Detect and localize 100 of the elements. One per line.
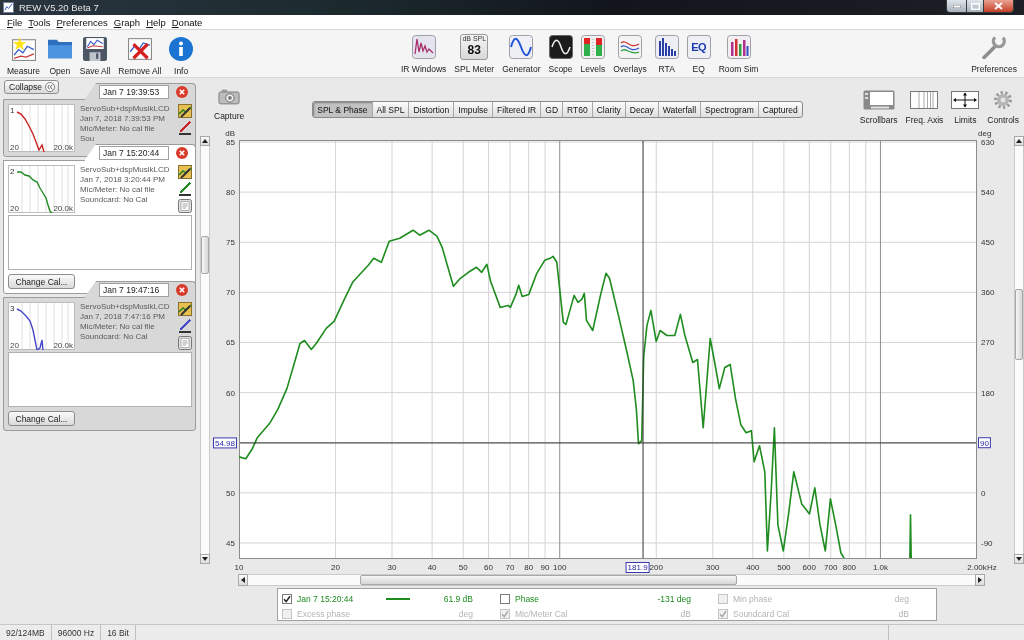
axis-tick-label: 45 [226, 538, 235, 548]
toolbar-button[interactable]: Open [44, 35, 75, 76]
graph-tab[interactable]: All SPL [372, 102, 410, 117]
legend-label: Mic/Meter Cal [515, 608, 568, 619]
app-icon [3, 2, 14, 13]
chart-pencil-icon[interactable] [178, 302, 192, 316]
graph-control-button[interactable]: Limits [948, 90, 983, 125]
toolbar-button[interactable]: Levels [577, 33, 609, 74]
toolbar-button[interactable]: Measure [4, 35, 43, 76]
scroll-left-button[interactable] [238, 574, 248, 586]
toolbar-button[interactable]: Overlays [610, 33, 650, 74]
menu-item[interactable]: Help [143, 16, 169, 28]
graph-tab[interactable]: RT60 [563, 102, 593, 117]
line-swatch-icon [386, 597, 411, 600]
maximize-button[interactable] [967, 0, 984, 13]
scroll-thumb[interactable] [1015, 289, 1023, 360]
graph-control-button[interactable]: Scrollbars [856, 90, 901, 125]
minimize-button[interactable] [946, 0, 967, 13]
caret-right-icon [978, 577, 982, 583]
bar-chart-icon [726, 35, 751, 59]
name-field[interactable]: Jan 7 19:39:53 [99, 85, 169, 99]
capture-button[interactable]: Capture [214, 89, 245, 121]
notes-field[interactable] [8, 352, 192, 407]
measurement-tab[interactable]: Jan 7 19:39:53 [84, 83, 196, 100]
trace-line-icon[interactable] [178, 319, 192, 333]
graph-tab[interactable]: Waterfall [658, 102, 702, 117]
window-title: REW V5.20 Beta 7 [19, 2, 99, 13]
status-text: 92/124MB [0, 625, 52, 640]
change-cal-button[interactable]: Change Cal... [8, 274, 75, 289]
menu-item[interactable]: Tools [25, 16, 54, 28]
info-icon [169, 37, 194, 61]
caret-down-icon [1016, 557, 1022, 561]
graph-tab[interactable]: Spectrogram [701, 102, 759, 117]
graph-tab[interactable]: Clarity [592, 102, 626, 117]
axis-tick-label: 400 [746, 563, 760, 572]
measurement-tab[interactable]: Jan 7 15:20:44 [84, 144, 196, 161]
scroll-right-button[interactable] [975, 574, 985, 586]
scroll-up-button[interactable] [200, 136, 210, 146]
menu-item[interactable]: Preferences [53, 16, 111, 28]
axis-tick-label: 50 [226, 488, 235, 498]
toolbar-button[interactable]: Room Sim [715, 33, 762, 74]
close-icon[interactable] [176, 86, 188, 98]
chart-pencil-icon[interactable] [178, 104, 192, 118]
collapse-button[interactable]: Collapse [4, 80, 60, 94]
scroll-up-button[interactable] [1014, 136, 1024, 146]
trace-line-icon[interactable] [178, 121, 192, 135]
graph-control-button[interactable]: Freq. Axis [902, 90, 947, 125]
name-field[interactable]: Jan 7 19:47:16 [99, 283, 169, 297]
minimize-icon [952, 4, 961, 8]
trace-number: 2 [10, 167, 15, 176]
close-icon[interactable] [176, 284, 188, 296]
cursor-line[interactable] [642, 140, 644, 559]
scroll-down-button[interactable] [200, 554, 210, 564]
notes-field[interactable] [8, 215, 192, 270]
toolbar-button[interactable]: IR Windows [398, 33, 450, 74]
legend-label: Excess phase [297, 608, 350, 619]
toolbar-button[interactable]: Scope [545, 33, 576, 74]
toolbar-button[interactable]: RTA [651, 33, 682, 74]
legend-reading: dB [680, 608, 691, 619]
menu-item[interactable]: Donate [168, 16, 206, 28]
graph-tab[interactable]: GD [541, 102, 563, 117]
name-field[interactable]: Jan 7 15:20:44 [99, 146, 169, 160]
scroll-down-button[interactable] [1014, 554, 1024, 564]
graph-tab[interactable]: Distortion [409, 102, 455, 117]
axis-unit-label: Hz [986, 563, 997, 572]
scroll-thumb[interactable] [360, 575, 737, 585]
save-icon [83, 37, 108, 61]
scroll-thumb[interactable] [201, 236, 209, 274]
document-icon[interactable] [178, 336, 192, 350]
document-icon[interactable] [178, 199, 192, 213]
toolbar-button[interactable]: EQ EQ [683, 33, 714, 74]
trace-line-icon[interactable] [178, 182, 192, 196]
toolbar-button[interactable]: Save All [76, 35, 114, 76]
menu-item[interactable]: Graph [110, 16, 144, 28]
graph-tab[interactable]: Impulse [454, 102, 494, 117]
axis-tick-label: 200 [649, 563, 663, 572]
grid-lines-icon [910, 91, 939, 109]
change-cal-button[interactable]: Change Cal... [8, 411, 75, 426]
menu-item[interactable]: File [4, 16, 26, 28]
graph-tab[interactable]: Decay [625, 102, 659, 117]
chart-pencil-icon[interactable] [178, 165, 192, 179]
close-icon[interactable] [176, 147, 188, 159]
close-button[interactable] [984, 0, 1014, 13]
measurement-tab[interactable]: Jan 7 19:47:16 [84, 281, 196, 298]
axis-tick-label: 600 [802, 563, 816, 572]
caret-up-icon [202, 139, 208, 143]
toolbar-button[interactable]: Remove All [115, 35, 165, 76]
toolbar-button[interactable]: Preferences [968, 33, 1020, 74]
graph-tab[interactable]: Filtered IR [493, 102, 542, 117]
graph-control-button[interactable]: Controls [984, 90, 1022, 125]
graph-tab[interactable]: SPL & Phase [313, 102, 373, 117]
checkbox[interactable] [282, 593, 292, 604]
checkbox[interactable] [500, 593, 510, 604]
measurement-info-text: Soundcard: No Cal [80, 195, 148, 205]
oscilloscope-icon [548, 35, 573, 59]
graph-tab[interactable]: Captured [758, 102, 802, 117]
legend-label: Phase [515, 593, 540, 604]
toolbar-button[interactable]: Info [166, 35, 196, 76]
axis-tick-label: 60 [484, 563, 494, 572]
toolbar-button[interactable]: Generator [499, 33, 544, 74]
